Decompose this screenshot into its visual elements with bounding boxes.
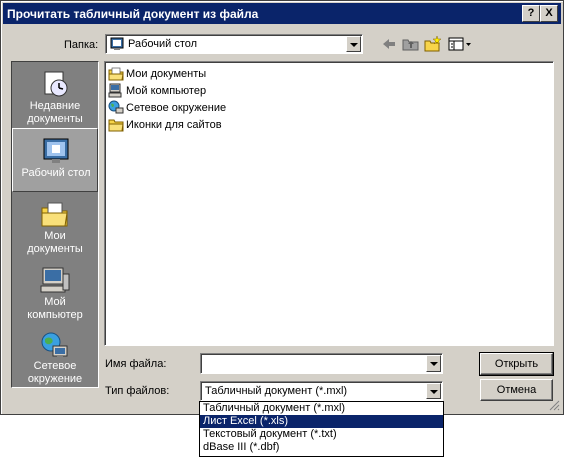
filename-field[interactable] [200, 353, 443, 374]
place-desktop[interactable]: Рабочий стол [12, 128, 98, 192]
new-folder-icon[interactable] [423, 35, 443, 53]
open-button-label: Открыть [494, 358, 539, 370]
filetype-option[interactable]: Табличный документ (*.mxl) [200, 402, 443, 415]
place-network-label-2: окружение [27, 373, 83, 385]
chevron-down-icon[interactable] [426, 355, 441, 372]
place-my-documents-label-2: документы [27, 243, 83, 255]
filetype-combo[interactable]: Табличный документ (*.mxl) [200, 381, 443, 401]
filetype-value: Табличный документ (*.mxl) [205, 385, 348, 397]
my-documents-icon [41, 202, 68, 227]
folder-documents-icon [108, 67, 124, 81]
desktop-icon [43, 138, 69, 163]
file-name: Мои документы [126, 68, 207, 80]
file-list[interactable]: Мои документы Мой компьютер Сетевое окру… [104, 61, 554, 346]
place-my-computer[interactable]: Мой компьютер [12, 258, 98, 324]
cancel-button-label: Отмена [496, 384, 537, 396]
filetype-option[interactable]: dBase III (*.dbf) [200, 441, 443, 454]
network-icon [41, 332, 68, 359]
help-button[interactable]: ? [522, 5, 540, 22]
chevron-down-icon[interactable] [346, 36, 361, 52]
file-name: Сетевое окружение [126, 102, 227, 114]
place-my-computer-label-1: Мой [44, 296, 66, 308]
filetype-option[interactable]: Текстовый документ (*.txt) [200, 428, 443, 441]
look-in-label: Папка: [64, 39, 99, 51]
close-icon: X [545, 7, 553, 19]
place-recent[interactable]: Недавние документы [12, 62, 98, 128]
cancel-button[interactable]: Отмена [480, 379, 553, 401]
look-in-value: Рабочий стол [128, 38, 198, 50]
open-file-dialog: Прочитать табличный документ из файла ? … [0, 0, 564, 415]
folder-icon [108, 119, 124, 132]
places-bar: Недавние документы Рабочий стол Мои доку… [11, 61, 99, 388]
filename-label: Имя файла: [105, 358, 167, 370]
filetype-dropdown-list[interactable]: Табличный документ (*.mxl) Лист Excel (*… [199, 401, 444, 457]
open-button[interactable]: Открыть [479, 352, 554, 376]
place-desktop-label: Рабочий стол [21, 167, 91, 179]
file-name: Мой компьютер [126, 85, 207, 97]
place-recent-label-1: Недавние [29, 100, 81, 112]
place-network[interactable]: Сетевое окружение [12, 324, 98, 387]
up-folder-icon[interactable] [401, 35, 421, 53]
computer-icon [108, 83, 122, 98]
close-button[interactable]: X [540, 5, 558, 22]
window-title: Прочитать табличный документ из файла [7, 7, 259, 21]
place-my-documents[interactable]: Мои документы [12, 192, 98, 258]
file-name: Иконки для сайтов [126, 119, 222, 131]
chevron-down-icon[interactable] [426, 383, 441, 399]
view-menu-icon[interactable] [447, 35, 473, 53]
look-in-combo[interactable]: Рабочий стол [105, 34, 363, 54]
my-computer-icon [40, 267, 70, 293]
recent-documents-icon [44, 71, 68, 97]
filetype-option-selected[interactable]: Лист Excel (*.xls) [200, 415, 443, 428]
back-icon[interactable] [379, 35, 399, 53]
help-icon: ? [527, 7, 535, 19]
place-recent-label-2: документы [27, 113, 83, 125]
resize-grip-icon[interactable] [549, 400, 560, 411]
place-my-computer-label-2: компьютер [27, 309, 83, 321]
place-network-label-1: Сетевое [33, 360, 77, 372]
network-icon [108, 100, 124, 114]
title-bar[interactable]: Прочитать табличный документ из файла ? … [3, 3, 561, 24]
place-my-documents-label-1: Мои [44, 230, 66, 242]
filetype-label: Тип файлов: [105, 385, 170, 397]
desktop-small-icon [110, 37, 124, 50]
